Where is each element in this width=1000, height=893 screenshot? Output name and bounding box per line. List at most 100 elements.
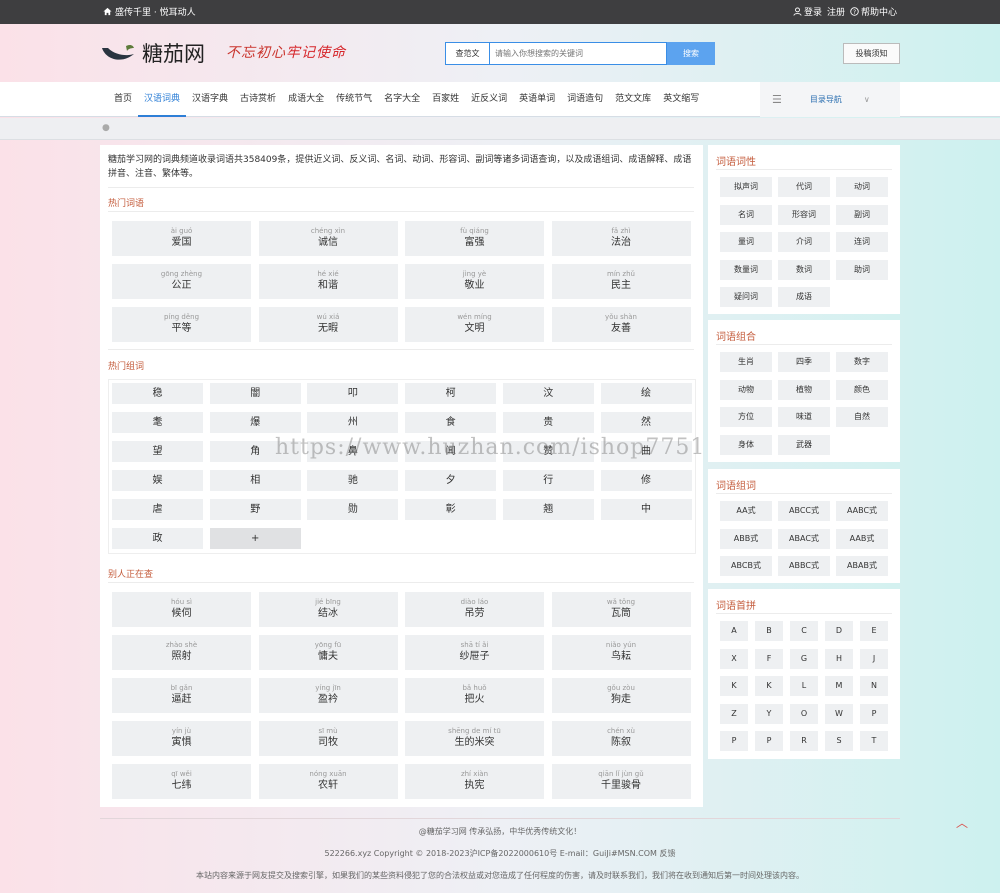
word-card[interactable]: bǎ huǒ 把火 (405, 678, 544, 713)
word-card[interactable]: diào láo 吊劳 (405, 592, 544, 627)
char-cell[interactable]: 闇 (209, 383, 301, 404)
word-card[interactable]: zhí xiàn 执宪 (405, 764, 544, 799)
group-tag[interactable]: ABCB式 (720, 556, 772, 576)
more-chars-button[interactable]: + (209, 528, 301, 549)
register-link[interactable]: 注册 (827, 5, 845, 18)
pos-tag[interactable]: 代词 (778, 177, 830, 197)
char-cell[interactable]: 行 (502, 470, 594, 491)
initial-letter[interactable]: O (790, 703, 818, 724)
nav-item[interactable]: 英文缩写 (657, 82, 705, 117)
word-card[interactable]: yōng fū 慵夫 (258, 635, 398, 670)
combo-tag[interactable]: 武器 (778, 434, 830, 455)
pos-tag[interactable]: 副词 (836, 204, 888, 225)
nav-item[interactable]: 范文文库 (609, 82, 657, 117)
word-card[interactable]: nóng xuān 农轩 (258, 764, 398, 799)
nav-item[interactable]: 传统节气 (330, 82, 378, 117)
group-tag[interactable]: ABCC式 (778, 501, 830, 521)
nav-item[interactable]: 名字大全 (378, 82, 426, 117)
directory-nav[interactable]: ☰ 目录导航 ∨ (760, 82, 900, 117)
char-cell[interactable]: 柯 (405, 383, 497, 404)
word-card[interactable]: fù qiáng 富强 (405, 221, 544, 256)
word-card[interactable]: yǒu shàn 友善 (551, 307, 691, 342)
group-tag[interactable]: ABAB式 (836, 556, 888, 576)
initial-letter[interactable]: F (755, 648, 783, 669)
char-cell[interactable]: 鼻 (307, 441, 399, 462)
combo-tag[interactable]: 四季 (778, 352, 830, 372)
pos-tag[interactable]: 名词 (720, 204, 772, 225)
char-cell[interactable]: 曲 (600, 441, 692, 462)
pos-tag[interactable]: 动词 (836, 177, 888, 197)
word-card[interactable]: mín zhǔ 民主 (551, 264, 691, 299)
initial-letter[interactable]: A (720, 621, 748, 641)
nav-item[interactable]: 百家姓 (426, 82, 465, 117)
pos-tag[interactable]: 数词 (778, 259, 830, 280)
word-card[interactable]: jié bīng 结冰 (258, 592, 398, 627)
nav-item[interactable]: 近反义词 (465, 82, 513, 117)
word-card[interactable]: fǎ zhì 法治 (551, 221, 691, 256)
char-cell[interactable]: 州 (307, 412, 399, 433)
char-cell[interactable]: 爆 (209, 412, 301, 433)
initial-letter[interactable]: Y (755, 703, 783, 724)
word-card[interactable]: niǎo yún 鸟耘 (551, 635, 691, 670)
initial-letter[interactable]: L (790, 676, 818, 696)
char-cell[interactable]: 相 (209, 470, 301, 491)
back-to-top-icon[interactable]: ︿ (952, 815, 972, 833)
pos-tag[interactable]: 疑问词 (720, 287, 772, 307)
word-card[interactable]: ài guó 爱国 (112, 221, 251, 256)
pos-tag[interactable]: 拟声词 (720, 177, 772, 197)
nav-item[interactable]: 英语单词 (513, 82, 561, 117)
char-cell[interactable]: 耄 (112, 412, 203, 433)
combo-tag[interactable]: 身体 (720, 434, 772, 455)
pos-tag[interactable]: 介词 (778, 232, 830, 252)
pos-tag[interactable]: 量词 (720, 232, 772, 252)
char-cell[interactable]: 汶 (502, 383, 594, 404)
pos-tag[interactable]: 助词 (836, 259, 888, 280)
word-card[interactable]: wén míng 文明 (405, 307, 544, 342)
word-card[interactable]: hóu sì 候伺 (112, 592, 251, 627)
initial-letter[interactable]: G (790, 648, 818, 669)
initial-letter[interactable]: M (825, 676, 853, 696)
char-cell[interactable]: 彰 (405, 499, 497, 520)
initial-letter[interactable]: P (720, 731, 748, 751)
char-cell[interactable]: 闻 (405, 441, 497, 462)
group-tag[interactable]: ABB式 (720, 528, 772, 549)
word-card[interactable]: shā tí ǎi 纱屉子 (405, 635, 544, 670)
word-card[interactable]: gōng zhèng 公正 (112, 264, 251, 299)
initial-letter[interactable]: C (790, 621, 818, 641)
nav-item[interactable]: 词语造句 (561, 82, 609, 117)
initial-letter[interactable]: T (860, 731, 888, 751)
char-cell[interactable]: 稳 (112, 383, 203, 404)
initial-letter[interactable]: R (790, 731, 818, 751)
pos-tag[interactable]: 数量词 (720, 259, 772, 280)
initial-letter[interactable]: K (755, 676, 783, 696)
combo-tag[interactable]: 颜色 (836, 379, 888, 400)
word-card[interactable]: wǎ tǒng 瓦筒 (551, 592, 691, 627)
nav-item[interactable]: 古诗赏析 (234, 82, 282, 117)
initial-letter[interactable]: S (825, 731, 853, 751)
word-card[interactable]: qī wěi 七纬 (112, 764, 251, 799)
pos-tag[interactable]: 连词 (836, 232, 888, 252)
word-card[interactable]: yíng jīn 盈衿 (258, 678, 398, 713)
char-cell[interactable]: 勋 (307, 499, 399, 520)
combo-tag[interactable]: 方位 (720, 407, 772, 427)
initial-letter[interactable]: E (860, 621, 888, 641)
combo-tag[interactable]: 动物 (720, 379, 772, 400)
initial-letter[interactable]: X (720, 648, 748, 669)
nav-item[interactable]: 汉语词典 (138, 82, 187, 117)
group-tag[interactable]: AA式 (720, 501, 772, 521)
char-cell[interactable]: 角 (209, 441, 301, 462)
char-cell[interactable]: 夕 (405, 470, 497, 491)
combo-tag[interactable]: 数字 (836, 352, 888, 372)
char-cell[interactable]: 叩 (307, 383, 399, 404)
help-link[interactable]: ? 帮助中心 (850, 5, 897, 18)
initial-letter[interactable]: Z (720, 703, 748, 724)
group-tag[interactable]: AABC式 (836, 501, 888, 521)
word-card[interactable]: jìng yè 敬业 (405, 264, 544, 299)
combo-tag[interactable]: 植物 (778, 379, 830, 400)
word-card[interactable]: yín jù 寅惧 (112, 721, 251, 756)
initial-letter[interactable]: D (825, 621, 853, 641)
word-card[interactable]: sī mù 司牧 (258, 721, 398, 756)
initial-letter[interactable]: B (755, 621, 783, 641)
char-cell[interactable]: 娱 (112, 470, 203, 491)
char-cell[interactable]: 绘 (600, 383, 692, 404)
